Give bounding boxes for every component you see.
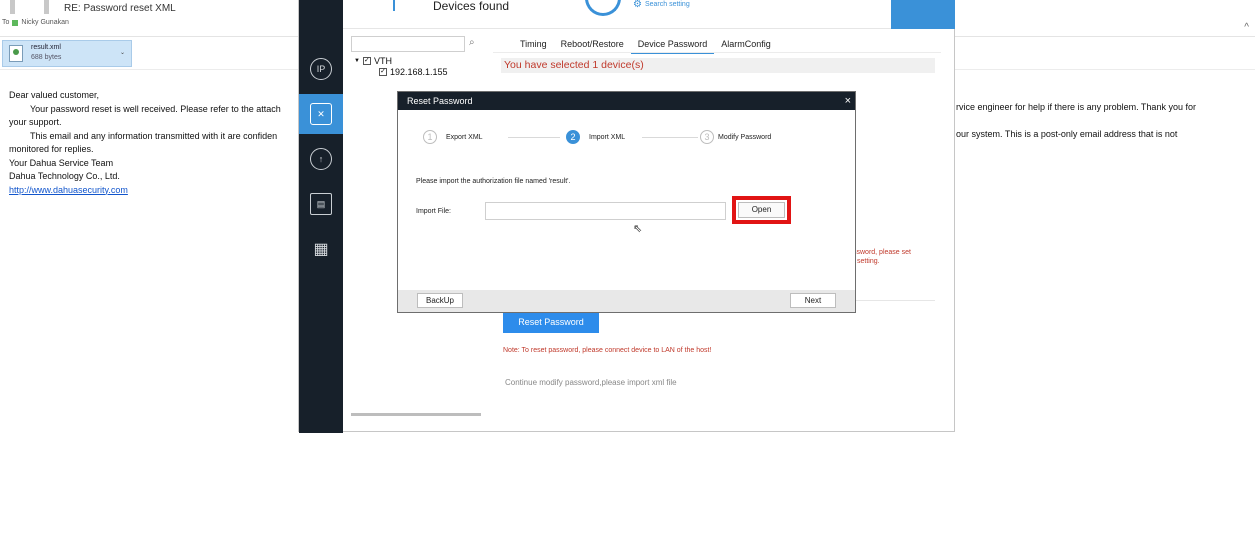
expand-caret-icon[interactable]: ▼ — [354, 58, 360, 64]
step-import-xml: 2 Import XML — [566, 130, 625, 144]
dialog-footer: BackUp Next — [398, 290, 855, 312]
tree-node-label: VTH — [373, 56, 392, 66]
next-button[interactable]: Next — [790, 293, 836, 308]
topbar-action-area[interactable] — [891, 0, 955, 29]
tree-scrollbar[interactable] — [351, 413, 481, 416]
step-label: Modify Password — [718, 133, 772, 141]
app-topbar: Devices found ⚙ Search setting — [343, 0, 955, 29]
devices-count-marker — [393, 0, 395, 11]
reset-password-dialog: Reset Password × 1 Export XML 2 Import X… — [397, 91, 856, 313]
sidebar-item-tools[interactable]: ✕ — [299, 94, 343, 134]
close-icon[interactable]: × — [845, 92, 851, 110]
tree-node-vth[interactable]: ▼ ✓ VTH — [354, 56, 392, 66]
device-ip-label: 192.168.1.155 — [390, 67, 448, 77]
password-hint-line: ssword, please set — [853, 249, 911, 256]
recipient-name[interactable]: Nicky Gunakan — [21, 19, 68, 26]
email-line-continued: rvice engineer for help if there is any … — [956, 102, 1196, 112]
search-icon[interactable]: ⌕ — [469, 37, 475, 48]
search-setting-link[interactable]: ⚙ Search setting — [633, 0, 690, 10]
attachment-menu-chevron-icon[interactable]: ⌄ — [120, 49, 125, 56]
attachment-name: result.xml — [31, 44, 61, 51]
attachment-size: 688 bytes — [31, 54, 62, 61]
mouse-cursor-icon: ⇖ — [633, 223, 643, 235]
upgrade-icon: ↑ — [310, 148, 332, 170]
sender-avatar — [4, 0, 56, 14]
refresh-icon[interactable] — [585, 0, 621, 16]
continue-hint: Continue modify password,please import x… — [505, 378, 677, 387]
selected-devices-banner: You have selected 1 device(s) — [501, 58, 935, 73]
sidebar-item-upgrade[interactable]: ↑ — [299, 139, 343, 179]
email-subject: RE: Password reset XML — [64, 3, 176, 14]
device-search-input[interactable] — [351, 36, 465, 52]
step-number: 2 — [566, 130, 580, 144]
ip-icon: IP — [310, 58, 332, 80]
devices-found-title: Devices found — [433, 0, 510, 13]
email-recipient-row: To Nicky Gunakan — [2, 19, 69, 26]
password-hint-line: setting. — [857, 258, 880, 265]
attachment-result-xml[interactable]: result.xml 688 bytes ⌄ — [2, 40, 132, 67]
dialog-header: Reset Password × — [398, 92, 855, 110]
layers-icon: ▤ — [310, 193, 332, 215]
reset-password-button[interactable]: Reset Password — [503, 312, 599, 333]
gear-icon: ⚙ — [633, 0, 642, 10]
backup-button[interactable]: BackUp — [417, 293, 463, 308]
step-label: Import XML — [589, 133, 626, 141]
open-file-button[interactable]: Open — [732, 196, 791, 224]
sidebar-item-building[interactable]: ▦ — [299, 229, 343, 269]
sidebar-item-ip[interactable]: IP — [299, 49, 343, 89]
step-modify-password: 3 Modify Password — [700, 130, 771, 144]
step-export-xml: 1 Export XML — [423, 130, 483, 144]
step-connector — [508, 137, 560, 138]
collapse-header-icon[interactable]: ^ — [1244, 22, 1249, 33]
import-file-input[interactable] — [485, 202, 726, 220]
sidebar-item-layers[interactable]: ▤ — [299, 184, 343, 224]
to-label: To — [2, 19, 10, 26]
password-hint: ssword, please set setting. — [853, 248, 911, 266]
lan-note: Note: To reset password, please connect … — [503, 347, 712, 354]
import-file-label: Import File: — [416, 208, 452, 215]
step-number: 3 — [700, 130, 714, 144]
building-settings-icon: ▦ — [313, 241, 329, 258]
import-instruction: Please import the authorization file nam… — [416, 178, 571, 185]
email-line-continued: our system. This is a post-only email ad… — [956, 129, 1178, 139]
presence-icon — [12, 19, 19, 26]
open-button-label: Open — [738, 202, 785, 218]
tools-icon: ✕ — [310, 103, 332, 125]
xml-file-icon — [9, 45, 23, 62]
step-label: Export XML — [446, 133, 483, 141]
checkbox-vth[interactable]: ✓ — [362, 57, 371, 65]
checkbox-device[interactable]: ✓ — [379, 68, 387, 76]
dialog-title: Reset Password — [407, 96, 473, 106]
tree-node-device[interactable]: ✓ 192.168.1.155 — [379, 67, 448, 77]
app-sidebar: IP ✕ ↑ ▤ ▦ — [299, 0, 343, 433]
search-setting-label: Search setting — [644, 1, 690, 8]
step-connector — [642, 137, 698, 138]
step-number: 1 — [423, 130, 437, 144]
tabs-divider — [493, 52, 941, 53]
dahua-website-link[interactable]: http://www.dahuasecurity.com — [9, 185, 128, 195]
